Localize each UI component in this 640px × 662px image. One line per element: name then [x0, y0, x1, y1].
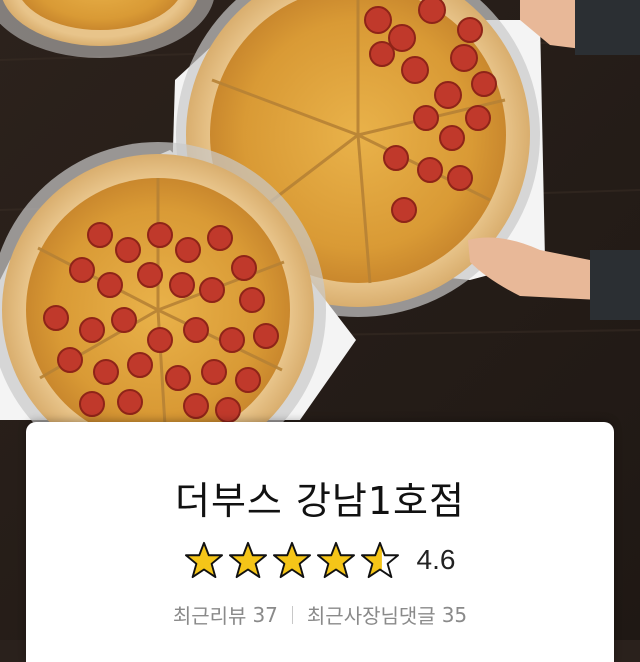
star-half-icon	[360, 541, 399, 579]
owner-comments-label: 최근사장님댓글	[306, 604, 436, 628]
star-rating	[184, 541, 399, 579]
recent-reviews-label: 최근리뷰	[172, 604, 247, 628]
review-stats: 최근리뷰 37 최근사장님댓글 35	[26, 600, 614, 629]
rating-row: 4.6	[26, 540, 614, 580]
store-info-card[interactable]: 더부스 강남1호점 4.6 최근리뷰 37 최근사장님댓글 35	[26, 422, 614, 662]
star-full-icon	[316, 541, 355, 579]
star-full-icon	[184, 541, 223, 579]
star-full-icon	[228, 541, 267, 579]
owner-comments-count: 35	[441, 602, 468, 627]
star-full-icon	[272, 541, 311, 579]
recent-reviews-count: 37	[252, 602, 278, 627]
store-name: 더부스 강남1호점	[175, 479, 465, 523]
divider	[291, 605, 293, 624]
rating-score: 4.6	[416, 544, 456, 575]
